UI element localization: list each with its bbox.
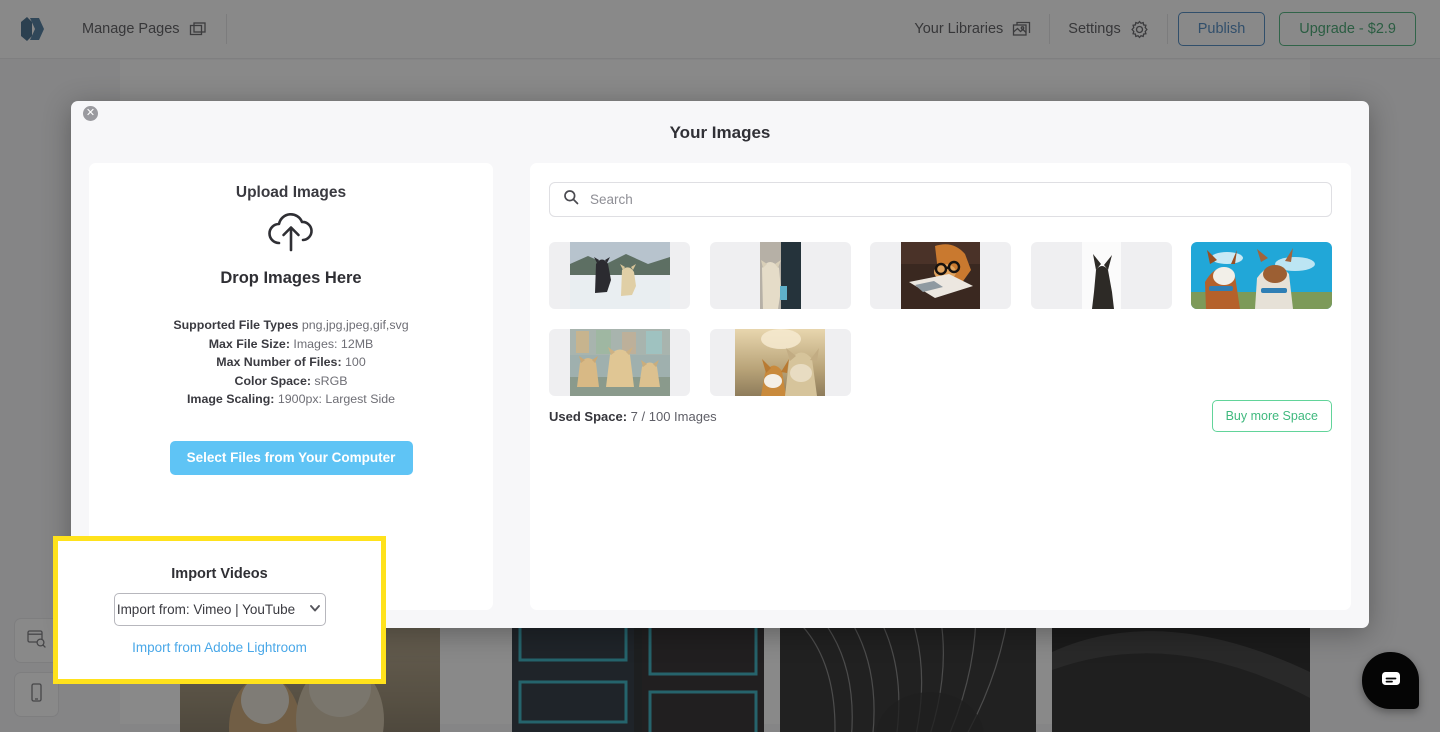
screen-root: Manage Pages Your Libraries xyxy=(0,0,1440,732)
chat-bubble-icon xyxy=(1378,665,1404,696)
used-space-value: 7 / 100 Images xyxy=(630,408,717,424)
spec-row: Color Space: sRGB xyxy=(173,372,408,391)
list-item[interactable] xyxy=(709,328,851,396)
import-videos-section: Import Videos Import from: Vimeo | YouTu… xyxy=(53,536,386,684)
select-files-button[interactable]: Select Files from Your Computer xyxy=(169,440,413,475)
list-item[interactable] xyxy=(549,328,690,396)
spec-label: Max Number of Files: xyxy=(216,355,342,369)
import-source-dropdown[interactable]: Import from: Vimeo | YouTube xyxy=(113,593,326,626)
list-item[interactable] xyxy=(709,242,851,309)
library-panel: Used Space: 7 / 100 Images Buy more Spac… xyxy=(530,163,1351,610)
spec-row: Image Scaling: 1900px: Largest Side xyxy=(173,390,408,409)
upload-panel: Upload Images Drop Images Here Supported… xyxy=(53,163,493,684)
buy-more-space-button[interactable]: Buy more Space xyxy=(1211,400,1332,432)
thumbnail-image xyxy=(1191,242,1332,309)
list-item[interactable] xyxy=(1030,242,1172,309)
spec-row: Supported File Types png,jpg,jpeg,gif,sv… xyxy=(173,316,408,335)
image-thumbnail-grid xyxy=(549,242,1332,396)
thumbnail-image xyxy=(735,328,825,396)
drop-images-heading: Drop Images Here xyxy=(220,269,362,287)
search-icon xyxy=(563,189,579,210)
thumbnail-image xyxy=(1081,242,1121,309)
list-item[interactable] xyxy=(549,242,690,309)
spec-label: Supported File Types xyxy=(173,318,299,332)
spec-value: png,jpg,jpeg,gif,svg xyxy=(301,318,409,332)
used-space-row: Used Space: 7 / 100 Images Buy more Spac… xyxy=(549,400,1332,432)
upload-heading: Upload Images xyxy=(235,184,347,201)
list-item[interactable] xyxy=(1191,242,1332,309)
import-lightroom-link[interactable]: Import from Adobe Lightroom xyxy=(132,640,307,655)
close-icon[interactable]: ✕ xyxy=(83,106,98,121)
spec-value: Images: 12MB xyxy=(293,336,374,351)
spec-label: Color Space: xyxy=(234,373,311,388)
thumbnail-image xyxy=(569,328,670,396)
used-space-text: Used Space: 7 / 100 Images xyxy=(549,409,717,424)
import-videos-heading: Import Videos xyxy=(171,566,268,582)
search-box[interactable] xyxy=(549,182,1332,217)
spec-label: Image Scaling: xyxy=(186,392,275,406)
modal-title: Your Images xyxy=(669,123,771,142)
thumbnail-image xyxy=(569,242,670,309)
spec-value: 1900px: Largest Side xyxy=(277,392,395,406)
chevron-down-icon xyxy=(308,601,322,618)
thumbnail-image xyxy=(901,242,980,309)
chat-launcher-button[interactable] xyxy=(1362,652,1419,709)
your-images-modal: ✕ Your Images Upload Images Drop Images … xyxy=(53,101,1369,684)
spec-label: Max File Size: xyxy=(208,336,290,351)
used-space-label: Used Space: xyxy=(549,408,628,424)
spec-row: Max File Size: Images: 12MB xyxy=(173,335,408,354)
thumbnail-image xyxy=(759,242,801,309)
spec-row: Max Number of Files: 100 xyxy=(173,353,408,372)
cloud-upload-icon xyxy=(265,210,317,259)
spec-value: sRGB xyxy=(314,373,348,388)
search-input[interactable] xyxy=(590,192,1331,207)
spec-value: 100 xyxy=(345,355,366,369)
list-item[interactable] xyxy=(870,242,1011,309)
import-source-value: Import from: Vimeo | YouTube xyxy=(116,602,296,617)
upload-specs: Supported File Types png,jpg,jpeg,gif,sv… xyxy=(173,316,408,409)
